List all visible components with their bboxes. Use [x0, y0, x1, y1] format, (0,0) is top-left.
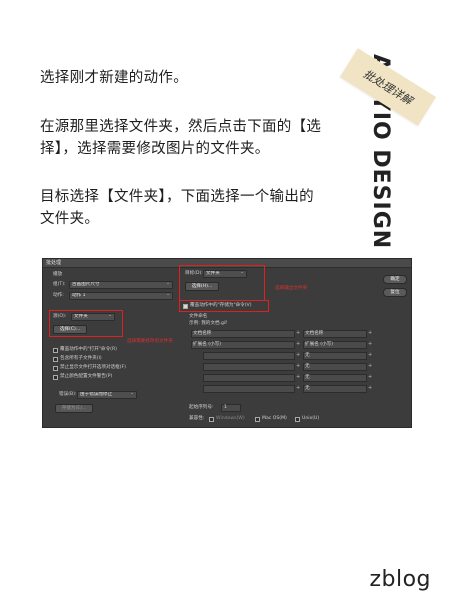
serial-value: 1 [224, 405, 227, 410]
naming-row-right[interactable] [303, 352, 367, 360]
checkbox-box [255, 416, 260, 422]
plus-icon[interactable]: + [296, 374, 300, 380]
compat-mac-checkbox[interactable]: Mac OS(M) [255, 416, 287, 422]
naming-row-left-text: 文档名称 [193, 331, 212, 336]
compat-windows-checkbox[interactable]: Windows(W) [209, 416, 245, 422]
naming-row-left[interactable] [203, 363, 295, 371]
dest-highlight-box [179, 265, 265, 301]
watermark: zblog [369, 567, 431, 592]
checkbox-label: Unix(U) [302, 416, 320, 421]
dest-note: 选择输出文件夹 [275, 286, 308, 291]
errors-label: 错误(B): [59, 392, 77, 397]
compat-unix-checkbox[interactable]: Unix(U) [295, 416, 319, 422]
naming-row-left-text: 扩展名 (小写) [193, 342, 222, 347]
instruction-2: 在源那里选择文件夹，然后点击下面的【选择】，选择需要修改图片的文件夹。 [40, 119, 322, 157]
batch-dialog: 批处理 播放 组(T): 古画图片尺寸 动作: 动作 1 源(O): 文件夹 选… [42, 258, 412, 428]
naming-row-right-text: 无 [305, 364, 310, 369]
checkbox-box [53, 356, 58, 362]
source-highlight-box [49, 310, 123, 337]
group-label: 组(T): [53, 282, 66, 287]
override-save-highlight-box [179, 300, 269, 312]
naming-row-right[interactable] [303, 363, 367, 371]
naming-row-right-text: 无 [305, 375, 310, 380]
plus-icon[interactable]: + [368, 352, 372, 358]
compat-label: 兼容性: [189, 416, 205, 421]
checkbox-box [53, 347, 58, 353]
source-note: 选择需要修改的文件夹 [127, 339, 173, 344]
plus-icon[interactable]: + [296, 385, 300, 391]
group-dropdown[interactable]: 古画图片尺寸 [69, 281, 173, 289]
ok-button[interactable]: 确定 [383, 275, 407, 284]
naming-row-right[interactable] [303, 385, 367, 393]
plus-icon[interactable]: + [368, 374, 372, 380]
errors-dropdown[interactable]: 由于错误而停止 [77, 391, 137, 399]
checkbox-label: Mac OS(M) [262, 416, 287, 421]
plus-icon[interactable]: + [368, 341, 372, 347]
naming-row-left[interactable] [203, 374, 295, 382]
checkbox-label: 禁止颜色配置文件警告(P) [60, 374, 113, 379]
checkbox-box [53, 374, 58, 380]
naming-row-right[interactable] [303, 374, 367, 382]
naming-header: 文件命名 [189, 314, 208, 319]
override-open-checkbox[interactable]: 覆盖动作中的"打开"命令(R) [53, 347, 117, 353]
save-as-button[interactable]: 存储为(E)... [55, 404, 93, 413]
plus-icon[interactable]: + [296, 341, 300, 347]
suppress-color-warning-checkbox[interactable]: 禁止颜色配置文件警告(P) [53, 374, 112, 380]
naming-row-left[interactable] [203, 385, 295, 393]
plus-icon[interactable]: + [296, 363, 300, 369]
serial-label: 起始序列号: [189, 405, 214, 410]
plus-icon[interactable]: + [296, 352, 300, 358]
naming-row-right-text: 文档名称 [305, 331, 324, 336]
checkbox-label: Windows(W) [216, 416, 245, 421]
naming-row-right-text: 无 [305, 353, 310, 358]
plus-icon[interactable]: + [368, 330, 372, 336]
naming-row-right-text: 扩展名 (小写) [305, 342, 334, 347]
checkbox-box [295, 416, 300, 422]
suppress-open-options-checkbox[interactable]: 禁止显示文件打开选项对话框(F) [53, 365, 126, 371]
plus-icon[interactable]: + [296, 330, 300, 336]
naming-example: 示例: 我的文档.gif [189, 321, 227, 326]
checkbox-label: 包含所有子文件夹(I) [60, 356, 102, 361]
plus-icon[interactable]: + [368, 385, 372, 391]
play-label: 播放 [53, 272, 63, 277]
instruction-3: 目标选择【文件夹】，下面选择一个输出的文件夹。 [40, 189, 314, 227]
checkbox-label: 禁止显示文件打开选项对话框(F) [60, 365, 126, 370]
instruction-1: 选择刚才新建的动作。 [40, 70, 188, 86]
naming-row-right-text: 无 [305, 386, 310, 391]
checkbox-box [53, 365, 58, 371]
include-subfolders-checkbox[interactable]: 包含所有子文件夹(I) [53, 356, 102, 362]
checkbox-box [209, 416, 214, 422]
plus-icon[interactable]: + [368, 363, 372, 369]
action-dropdown[interactable]: 动作 1 [69, 292, 173, 300]
reset-button[interactable]: 复位 [383, 288, 407, 297]
naming-row-left[interactable] [203, 352, 295, 360]
checkbox-label: 覆盖动作中的"打开"命令(R) [60, 347, 117, 352]
action-label: 动作: [53, 293, 64, 298]
